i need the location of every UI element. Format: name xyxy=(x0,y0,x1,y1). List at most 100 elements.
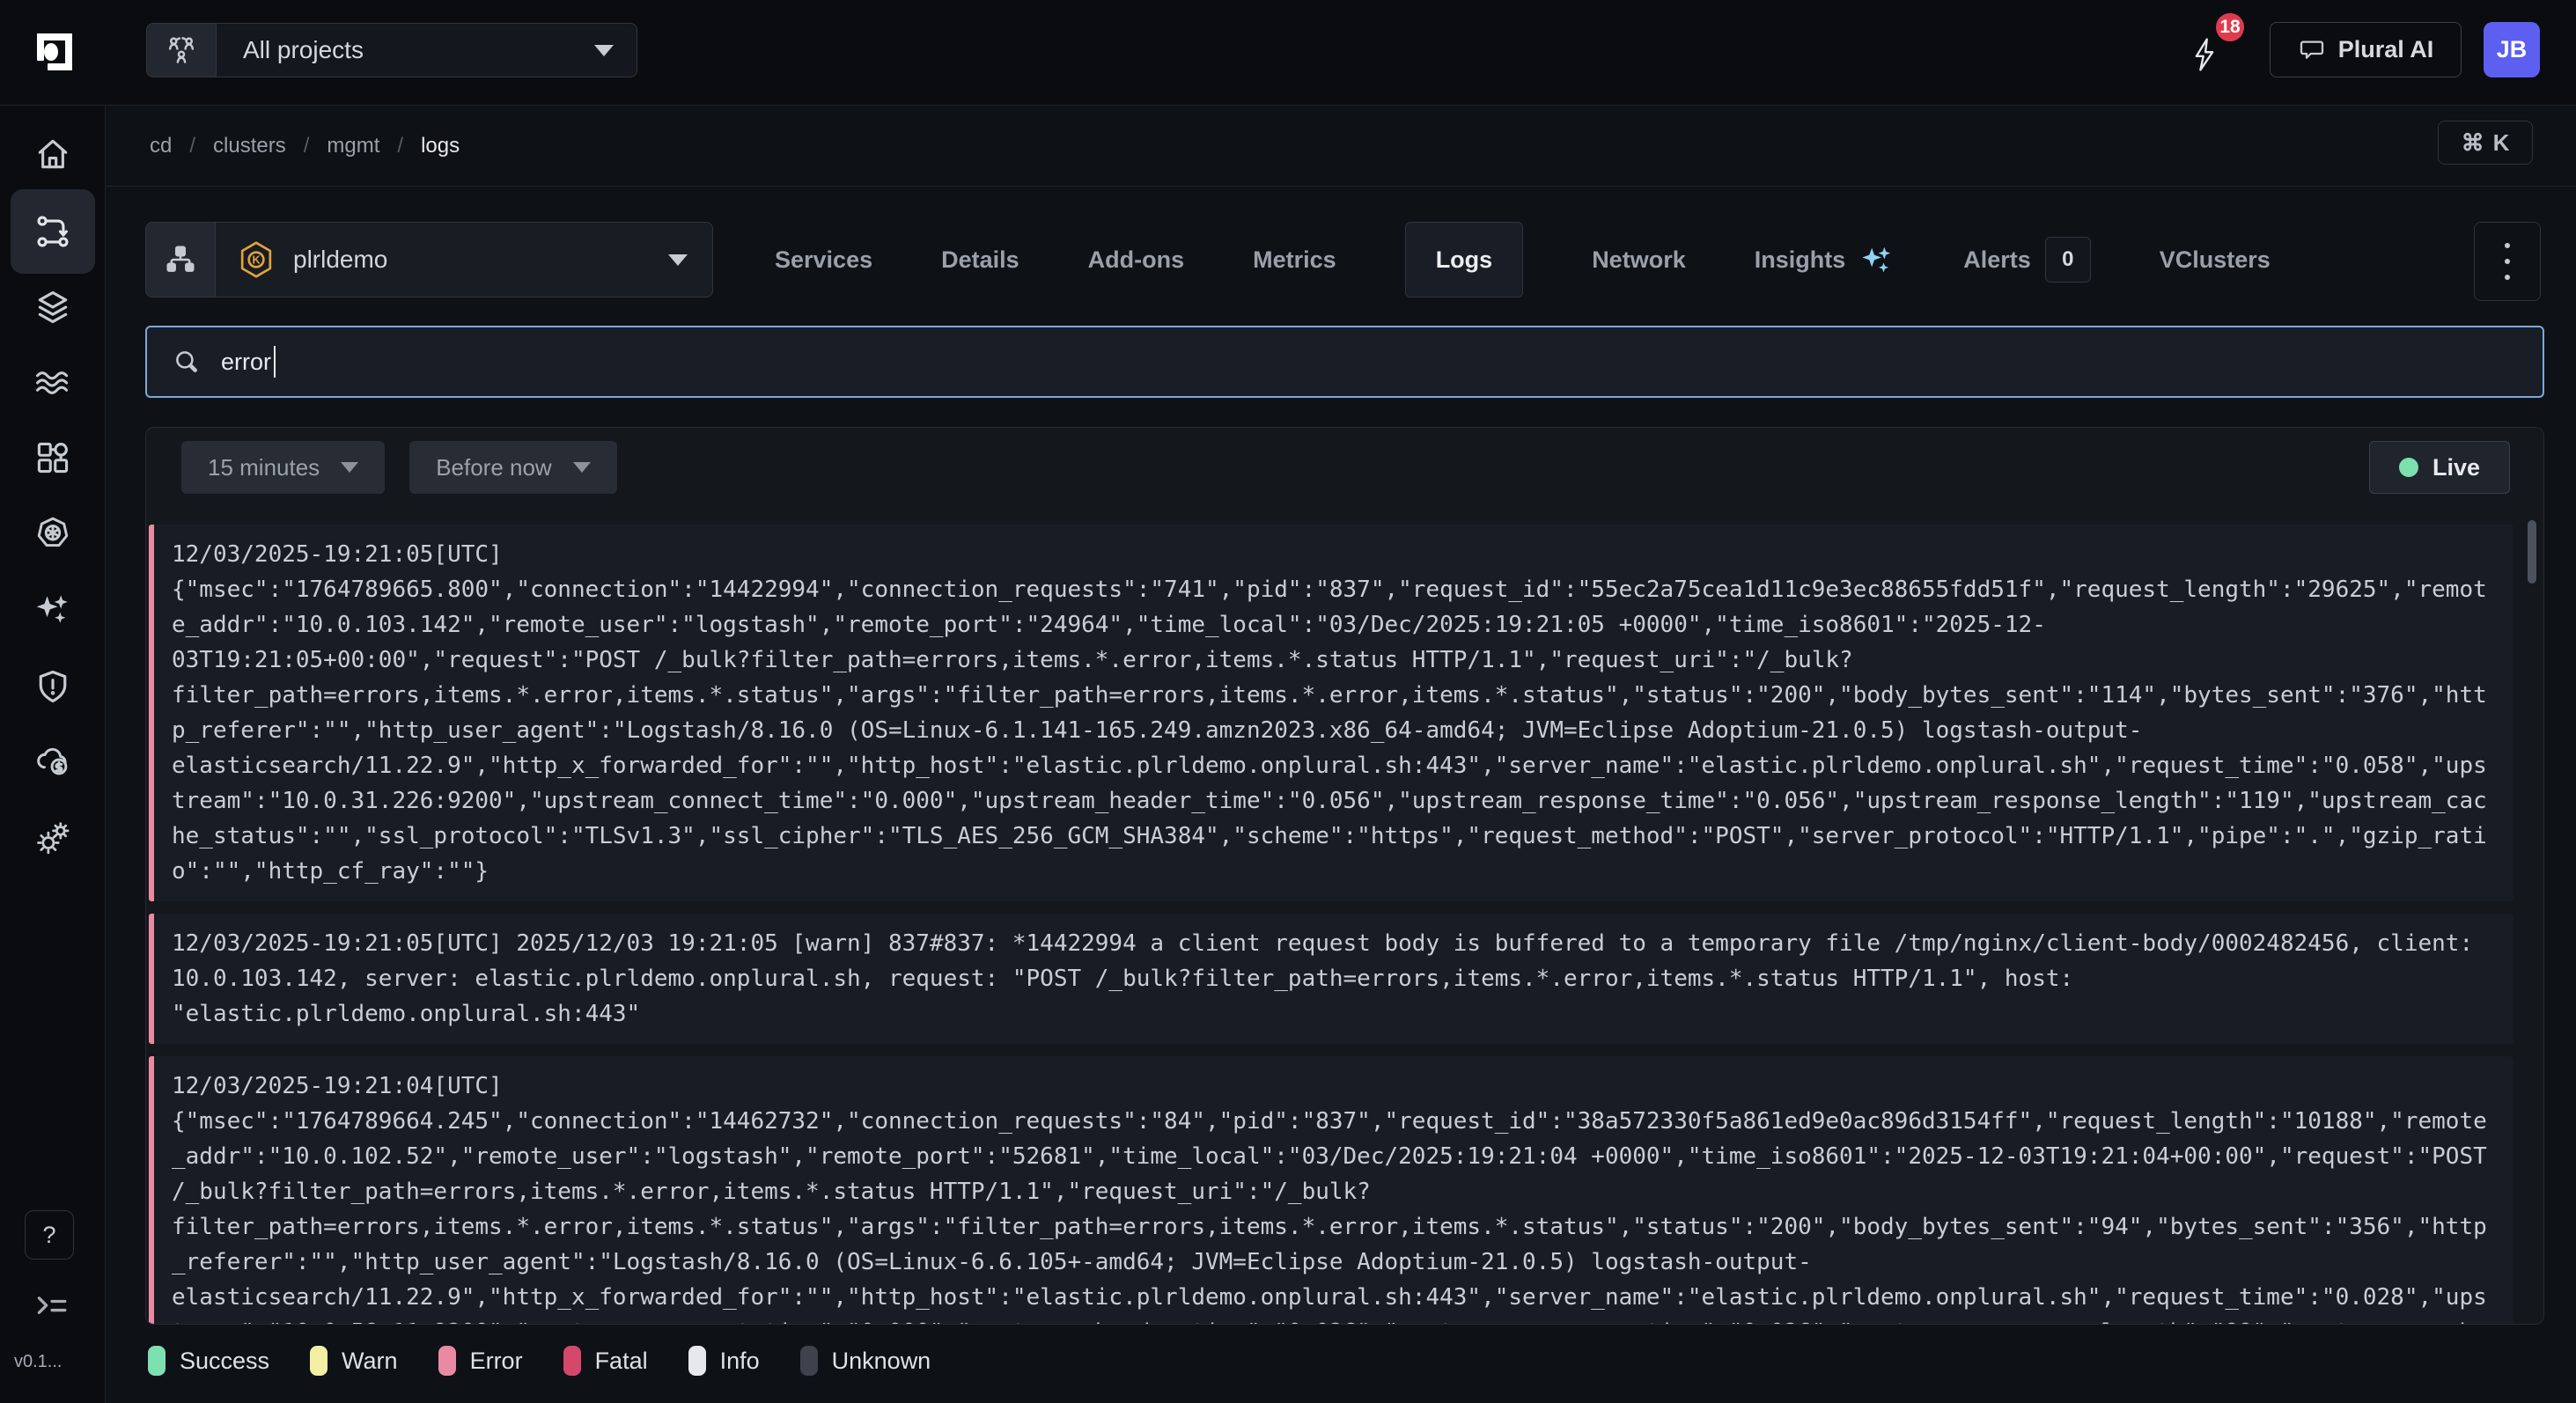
alerts-count-badge: 0 xyxy=(2045,237,2091,283)
tab-vclusters[interactable]: VClusters xyxy=(2160,246,2271,274)
breadcrumb-mgmt[interactable]: mgmt xyxy=(327,134,379,158)
help-button[interactable]: ? xyxy=(25,1210,74,1260)
legend-swatch xyxy=(688,1346,706,1376)
terminal-button[interactable] xyxy=(32,1287,74,1326)
breadcrumb-clusters[interactable]: clusters xyxy=(213,134,286,158)
legend-swatch xyxy=(800,1346,818,1376)
chevron-down-icon xyxy=(341,462,358,473)
breadcrumb-logs[interactable]: logs xyxy=(421,134,460,158)
plural-ai-label: Plural AI xyxy=(2338,36,2434,63)
severity-stripe-error xyxy=(149,1056,154,1324)
tab-services[interactable]: Services xyxy=(775,246,872,274)
plural-logo[interactable] xyxy=(33,30,76,74)
sidebar-item-cd[interactable] xyxy=(33,212,72,251)
cluster-tree-icon xyxy=(146,223,216,297)
gears-icon xyxy=(33,819,72,857)
chevron-down-icon xyxy=(573,462,591,473)
legend-swatch xyxy=(438,1346,456,1376)
waves-icon xyxy=(33,364,72,402)
sidebar-item-ai[interactable] xyxy=(33,590,72,628)
live-label: Live xyxy=(2432,454,2480,481)
legend-swatch xyxy=(563,1346,581,1376)
sidebar-item-security[interactable] xyxy=(33,667,72,706)
sidebar-item-home[interactable] xyxy=(33,135,72,173)
home-icon xyxy=(33,135,72,173)
tab-add-ons[interactable]: Add-ons xyxy=(1088,246,1184,274)
command-palette-shortcut[interactable]: ⌘ K xyxy=(2438,121,2533,165)
cloud-dollar-icon xyxy=(33,741,72,780)
log-search-input[interactable]: error xyxy=(145,326,2544,398)
log-entries-list: 12/03/2025-19:21:05[UTC] {"msec":"176478… xyxy=(149,525,2513,1324)
log-entry-text: 12/03/2025-19:21:04[UTC] {"msec":"176478… xyxy=(172,1069,2496,1324)
command-icon: ⌘ xyxy=(2462,129,2484,157)
anchor-select[interactable]: Before now xyxy=(409,441,617,494)
chevron-down-icon xyxy=(668,254,688,266)
breadcrumb-separator: / xyxy=(189,134,195,158)
user-avatar[interactable]: JB xyxy=(2484,22,2540,77)
log-entry-text: 12/03/2025-19:21:05[UTC] {"msec":"176478… xyxy=(172,537,2496,889)
pipeline-icon xyxy=(33,212,72,251)
tab-insights[interactable]: Insights xyxy=(1755,242,1895,277)
legend-label: Success xyxy=(180,1348,269,1375)
sidebar-item-kubernetes[interactable] xyxy=(33,514,72,553)
legend-swatch xyxy=(148,1346,166,1376)
cluster-distro-icon: K xyxy=(239,240,274,279)
severity-stripe-error xyxy=(149,914,154,1044)
legend-label: Info xyxy=(720,1348,760,1375)
live-toggle-button[interactable]: Live xyxy=(2369,441,2510,494)
severity-legend: Success Warn Error Fatal Info Unknown xyxy=(148,1341,931,1380)
legend-item-success: Success xyxy=(148,1346,269,1376)
breadcrumb-separator: / xyxy=(397,134,403,158)
legend-label: Unknown xyxy=(832,1348,931,1375)
time-range-value: 15 minutes xyxy=(208,454,320,481)
legend-item-warn: Warn xyxy=(310,1346,398,1376)
chat-bubble-icon xyxy=(2298,36,2326,64)
breadcrumb-cd[interactable]: cd xyxy=(150,134,172,158)
sidebar-item-flows[interactable] xyxy=(33,364,72,402)
text-cursor xyxy=(274,346,276,378)
app-version: v0.1... xyxy=(14,1352,62,1372)
project-selector[interactable]: All projects xyxy=(146,23,637,77)
log-controls: 15 minutes Before now xyxy=(181,441,617,494)
tab-details[interactable]: Details xyxy=(941,246,1019,274)
log-entry[interactable]: 12/03/2025-19:21:05[UTC] 2025/12/03 19:2… xyxy=(149,914,2513,1044)
shortcut-key: K xyxy=(2493,129,2510,157)
search-icon xyxy=(172,347,202,377)
tab-network[interactable]: Network xyxy=(1592,246,1686,274)
stacks-icon xyxy=(33,288,72,327)
tab-metrics[interactable]: Metrics xyxy=(1253,246,1336,274)
main-content: cd / clusters / mgmt / logs ⌘ K xyxy=(106,106,2576,1403)
vertical-scrollbar[interactable] xyxy=(2528,520,2536,584)
sidebar-item-settings[interactable] xyxy=(33,819,72,857)
cluster-name: plrldemo xyxy=(293,246,668,274)
catalog-icon xyxy=(33,438,72,477)
sidebar-item-stacks[interactable] xyxy=(33,288,72,327)
tab-logs[interactable]: Logs xyxy=(1405,222,1524,297)
notifications-button[interactable]: 18 xyxy=(2185,30,2238,83)
legend-label: Fatal xyxy=(595,1348,648,1375)
sparkles-icon xyxy=(33,590,72,628)
terminal-icon xyxy=(32,1287,74,1326)
log-entry[interactable]: 12/03/2025-19:21:04[UTC] {"msec":"176478… xyxy=(149,1056,2513,1324)
legend-label: Warn xyxy=(342,1348,398,1375)
top-bar: All projects 18 Plural AI JB xyxy=(0,0,2576,106)
more-options-button[interactable] xyxy=(2474,222,2541,301)
breadcrumb-separator: / xyxy=(304,134,310,158)
breadcrumb-bar: cd / clusters / mgmt / logs ⌘ K xyxy=(106,106,2576,187)
severity-stripe-error xyxy=(149,525,154,901)
tab-alerts[interactable]: Alerts 0 xyxy=(1963,237,2091,283)
kubernetes-icon xyxy=(33,514,72,553)
cluster-selector[interactable]: K plrldemo xyxy=(145,222,713,297)
time-range-select[interactable]: 15 minutes xyxy=(181,441,385,494)
sidebar-item-catalog[interactable] xyxy=(33,438,72,477)
project-group-icon xyxy=(147,24,217,77)
sidebar-item-cost[interactable] xyxy=(33,741,72,780)
shield-alert-icon xyxy=(33,667,72,706)
kebab-icon xyxy=(2505,243,2510,248)
sparkles-icon xyxy=(1859,242,1895,277)
breadcrumb: cd / clusters / mgmt / logs xyxy=(150,106,460,187)
live-indicator-dot xyxy=(2399,458,2418,477)
tab-insights-label: Insights xyxy=(1755,246,1846,274)
log-entry[interactable]: 12/03/2025-19:21:05[UTC] {"msec":"176478… xyxy=(149,525,2513,901)
plural-ai-button[interactable]: Plural AI xyxy=(2270,22,2462,77)
